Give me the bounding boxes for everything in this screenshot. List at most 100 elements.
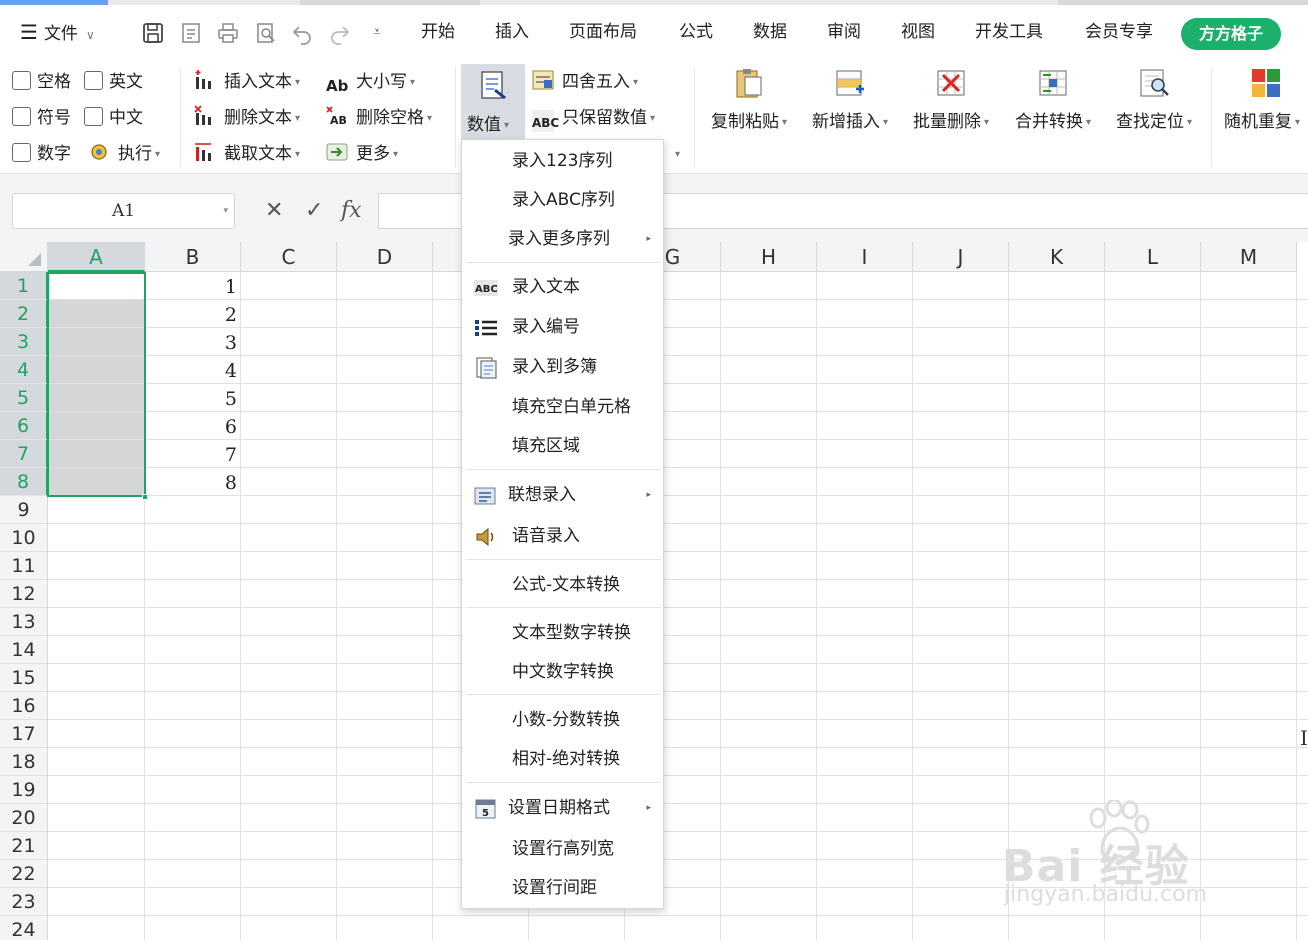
row-header-20[interactable]: 20 [0, 804, 48, 832]
tab-data[interactable]: 数据 [753, 17, 787, 47]
column-header-i[interactable]: I [817, 242, 913, 272]
row-header-18[interactable]: 18 [0, 748, 48, 776]
row-header-13[interactable]: 13 [0, 608, 48, 636]
row-header-9[interactable]: 9 [0, 496, 48, 524]
tab-fangfanggezi[interactable]: 方方格子 [1181, 18, 1281, 50]
add-insert-button[interactable]: 新增插入 ▾ [806, 67, 894, 147]
row-header-15[interactable]: 15 [0, 664, 48, 692]
checkbox-box[interactable] [12, 143, 31, 162]
menu-item[interactable]: 填充区域 [462, 428, 663, 464]
tab-start[interactable]: 开始 [421, 17, 455, 47]
more-button[interactable]: 更多 ▾ [326, 141, 398, 167]
column-header-a[interactable]: A [48, 242, 145, 272]
row-header-16[interactable]: 16 [0, 692, 48, 720]
select-all-corner[interactable] [0, 242, 48, 272]
tab-page-layout[interactable]: 页面布局 [569, 17, 637, 47]
tab-developer[interactable]: 开发工具 [975, 17, 1043, 47]
keep-value-button[interactable]: ABC 只保留数值 ▾ [532, 105, 655, 132]
cell-b6[interactable]: 6 [145, 412, 237, 440]
menu-item[interactable]: 设置行间距 [462, 870, 663, 906]
checkbox-box[interactable] [12, 107, 31, 126]
checkbox-english[interactable]: 英文 [84, 69, 143, 95]
row-header-23[interactable]: 23 [0, 888, 48, 916]
row-header-6[interactable]: 6 [0, 412, 48, 440]
row-header-17[interactable]: 17 [0, 720, 48, 748]
menu-item[interactable]: 录入123序列 [462, 143, 663, 179]
row-header-24[interactable]: 24 [0, 916, 48, 940]
redo-icon[interactable] [327, 18, 353, 46]
cell-b4[interactable]: 4 [145, 356, 237, 384]
column-header-h[interactable]: H [721, 242, 817, 272]
fx-icon[interactable]: fx [341, 198, 362, 224]
menu-item[interactable]: 录入ABC序列 [462, 182, 663, 218]
cell-b3[interactable]: 3 [145, 328, 237, 356]
row-header-2[interactable]: 2 [0, 300, 48, 328]
batch-delete-button[interactable]: 批量删除 ▾ [908, 67, 994, 147]
row-header-22[interactable]: 22 [0, 860, 48, 888]
print-preview-icon[interactable] [253, 18, 279, 46]
column-header-k[interactable]: K [1009, 242, 1105, 272]
row-header-8[interactable]: 8 [0, 468, 48, 496]
menu-item[interactable]: 文本型数字转换 [462, 615, 663, 651]
customize-toolbar-icon[interactable]: ⩡ [364, 18, 390, 46]
random-repeat-button[interactable]: 随机重复 ▾ [1224, 67, 1308, 147]
fill-handle[interactable] [142, 494, 148, 500]
column-header-c[interactable]: C [241, 242, 337, 272]
menu-item[interactable]: 设置行高列宽 [462, 831, 663, 867]
tab-member[interactable]: 会员专享 [1085, 17, 1153, 47]
row-header-19[interactable]: 19 [0, 776, 48, 804]
value-button[interactable]: 数值 ▾ [461, 64, 525, 140]
checkbox-box[interactable] [84, 71, 103, 90]
export-icon[interactable] [178, 18, 204, 46]
menu-item[interactable]: 录入到多簿 [462, 349, 663, 385]
row-header-4[interactable]: 4 [0, 356, 48, 384]
row-header-1[interactable]: 1 [0, 272, 48, 300]
row-header-14[interactable]: 14 [0, 636, 48, 664]
cell-b5[interactable]: 5 [145, 384, 237, 412]
merge-convert-button[interactable]: 合并转换 ▾ [1010, 67, 1096, 147]
file-menu[interactable]: ☰ 文件 ∨ [20, 17, 95, 47]
execute-button[interactable]: 执行 ▾ [88, 141, 160, 167]
menu-item[interactable]: 中文数字转换 [462, 654, 663, 690]
checkbox-chinese[interactable]: 中文 [84, 105, 143, 131]
undo-icon[interactable] [289, 18, 315, 46]
tab-formula[interactable]: 公式 [679, 17, 713, 47]
chevron-down-icon[interactable]: ▾ [223, 194, 228, 228]
menu-item[interactable]: 小数-分数转换 [462, 702, 663, 738]
round-button[interactable]: 四舍五入 ▾ [532, 69, 638, 95]
insert-text-button[interactable]: 插入文本 ▾ [194, 69, 300, 95]
menu-item[interactable]: 语音录入 [462, 518, 663, 554]
row-header-12[interactable]: 12 [0, 580, 48, 608]
cell-b7[interactable]: 7 [145, 440, 237, 468]
row-header-10[interactable]: 10 [0, 524, 48, 552]
confirm-check-icon[interactable]: ✓ [305, 198, 323, 224]
menu-item[interactable]: 录入编号 [462, 309, 663, 345]
copy-paste-button[interactable]: 复制粘贴 ▾ [706, 67, 792, 147]
column-header-b[interactable]: B [145, 242, 241, 272]
menu-item[interactable]: 相对-绝对转换 [462, 741, 663, 777]
row-header-11[interactable]: 11 [0, 552, 48, 580]
collapsed-dropdown-caret[interactable]: ▾ [672, 141, 680, 167]
menu-item[interactable]: 录入更多序列 ▸ [462, 221, 663, 257]
find-locate-button[interactable]: 查找定位 ▾ [1110, 67, 1198, 147]
cell-b1[interactable]: 1 [145, 272, 237, 300]
checkbox-symbol[interactable]: 符号 [12, 105, 71, 131]
tab-review[interactable]: 审阅 [827, 17, 861, 47]
delete-text-button[interactable]: 删除文本 ▾ [194, 105, 300, 131]
checkbox-space[interactable]: 空格 [12, 69, 71, 95]
menu-item[interactable]: 5 设置日期格式 ▸ [462, 790, 663, 826]
column-header-l[interactable]: L [1105, 242, 1201, 272]
menu-item[interactable]: ABC 录入文本 [462, 269, 663, 305]
checkbox-number[interactable]: 数字 [12, 141, 71, 167]
cell-b2[interactable]: 2 [145, 300, 237, 328]
column-header-j[interactable]: J [913, 242, 1009, 272]
menu-item[interactable]: 公式-文本转换 [462, 567, 663, 603]
row-header-21[interactable]: 21 [0, 832, 48, 860]
menu-item[interactable]: 填充空白单元格 [462, 389, 663, 425]
checkbox-box[interactable] [12, 71, 31, 90]
column-header-d[interactable]: D [337, 242, 433, 272]
checkbox-box[interactable] [84, 107, 103, 126]
extract-text-button[interactable]: 截取文本 ▾ [194, 141, 300, 167]
case-button[interactable]: Ab 大小写 ▾ [326, 69, 415, 95]
print-icon[interactable] [215, 18, 241, 46]
